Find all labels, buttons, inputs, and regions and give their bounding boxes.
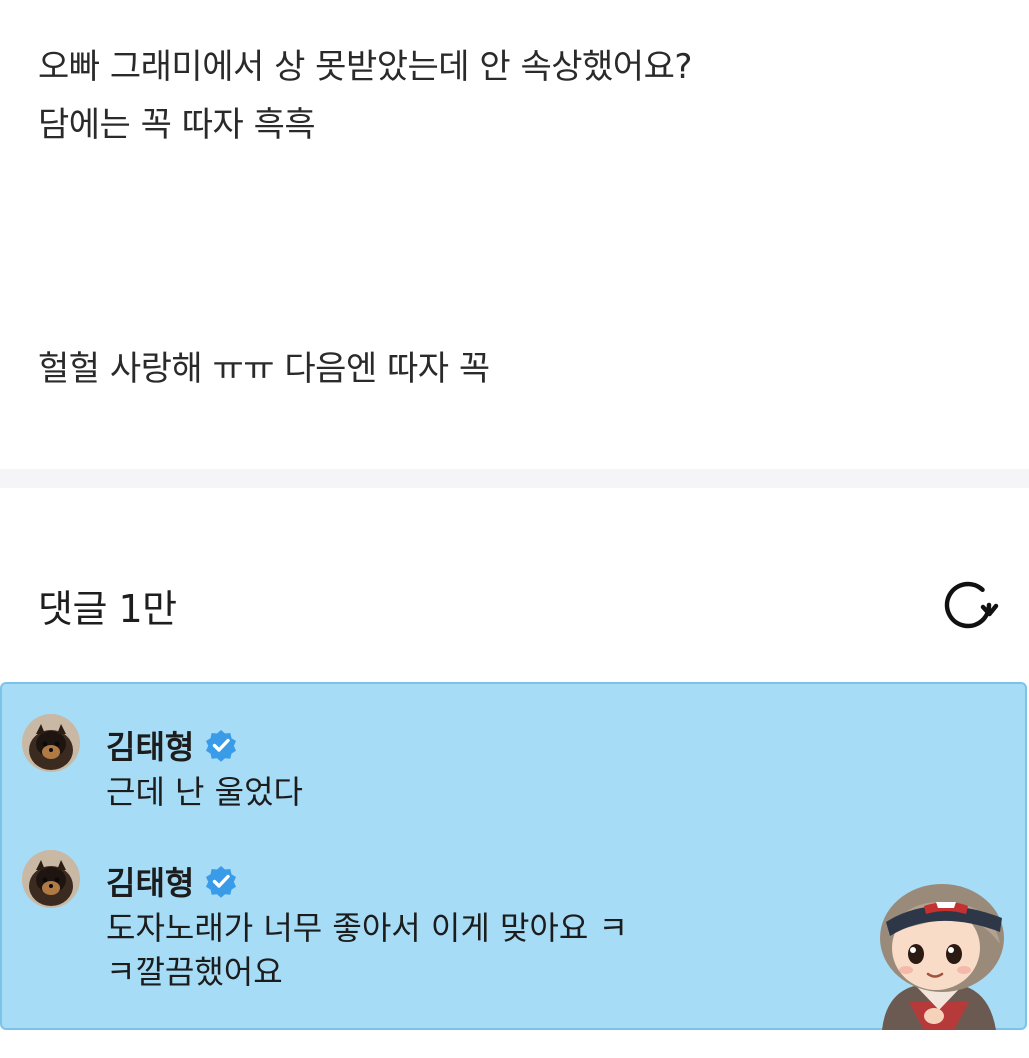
section-divider [0, 469, 1029, 488]
refresh-icon [944, 581, 999, 629]
refresh-button[interactable] [935, 572, 1001, 638]
verified-badge-icon [204, 864, 238, 898]
comment-author-row: 김태형 [106, 858, 238, 904]
comments-count-header: 댓글 1만 [38, 587, 177, 631]
highlighted-comments-box: 김태형 근데 난 울었다 김태형 도자노래가 너무 좋아서 이게 맞아요 ㅋ ㅋ… [0, 682, 1027, 1030]
comment-text: 도자노래가 너무 좋아서 이게 맞아요 ㅋ ㅋ깔끔했어요 [106, 906, 766, 994]
comment-author[interactable]: 김태형 [106, 858, 194, 904]
comment-author[interactable]: 김태형 [106, 722, 194, 768]
post-reply: 헐헐 사랑해 ㅠㅠ 다음엔 따자 꼭 [38, 349, 490, 389]
comment-text: 근데 난 울었다 [106, 770, 766, 814]
post-question-line: 담에는 꼭 따자 흑흑 [38, 105, 316, 145]
avatar[interactable] [22, 714, 80, 772]
post-question: 오빠 그래미에서 상 못받았는데 안 속상했어요? 담에는 꼭 따자 흑흑 [38, 38, 692, 154]
avatar[interactable] [22, 850, 80, 908]
screen: 오빠 그래미에서 상 못받았는데 안 속상했어요? 담에는 꼭 따자 흑흑 헐헐… [0, 0, 1029, 1058]
comment-text-line: 도자노래가 너무 좋아서 이게 맞아요 ㅋ [106, 909, 628, 947]
comment-author-row: 김태형 [106, 722, 238, 768]
comment-text-line: 근데 난 울었다 [106, 773, 303, 811]
post-question-line: 오빠 그래미에서 상 못받았는데 안 속상했어요? [38, 47, 692, 87]
character-sticker [864, 882, 1014, 1030]
comment-text-line: ㅋ깔끔했어요 [106, 953, 283, 991]
verified-badge-icon [204, 728, 238, 762]
